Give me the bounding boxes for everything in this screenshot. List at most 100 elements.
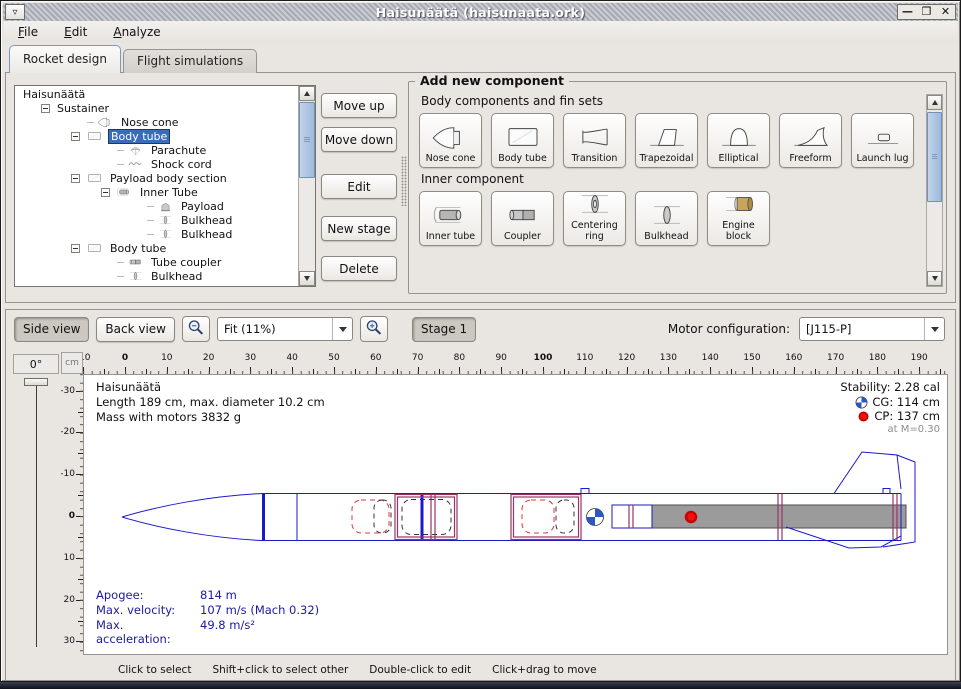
component-scroll-thumb[interactable] (927, 112, 942, 202)
scroll-up-icon[interactable] (299, 86, 315, 101)
add-trapezoidal-button[interactable]: Trapezoidal (635, 113, 698, 168)
menu-file[interactable]: File (18, 25, 38, 39)
add-freeform-button[interactable]: Freeform (779, 113, 842, 168)
splitter-handle[interactable] (401, 156, 407, 206)
component-button-label: Launch lug (856, 154, 908, 164)
add-centering-ring-button[interactable]: Centering ring (563, 191, 626, 246)
component-button-label: Body tube (498, 154, 547, 164)
scroll-down-icon[interactable] (299, 271, 315, 286)
tree-row-payload-body-section[interactable]: Payload body section (15, 171, 298, 185)
rocket-info: Haisunäätä Length 189 cm, max. diameter … (96, 380, 325, 425)
stage-1-toggle[interactable]: Stage 1 (412, 317, 476, 342)
tab-rocket-design[interactable]: Rocket design (9, 45, 121, 73)
tree-item-label[interactable]: Payload body section (108, 172, 229, 185)
tree-row-sustainer[interactable]: Sustainer (15, 101, 298, 115)
tree-item-label[interactable]: Haisunäätä (21, 88, 87, 101)
innertube-icon (115, 186, 134, 198)
add-engine-block-button[interactable]: Engine block (707, 191, 770, 246)
ruler-unit-label: cm (61, 352, 83, 374)
tree-item-label[interactable]: Bulkhead (179, 228, 234, 241)
tree-row-bulkhead[interactable]: Bulkhead (15, 213, 298, 227)
maximize-button[interactable]: ❐ (917, 5, 936, 19)
add-coupler-button[interactable]: Coupler (491, 191, 554, 246)
zoom-fit-select[interactable]: Fit (11%) (217, 317, 353, 341)
titlebar[interactable]: ▿ Haisunäätä (haisunaata.ork) — ❐ ✕ (3, 3, 958, 21)
add-inner-tube-button[interactable]: Inner tube (419, 191, 482, 246)
component-tree[interactable]: HaisunäätäSustainerNose coneBody tubePar… (14, 85, 316, 287)
rotation-slider[interactable] (13, 378, 59, 651)
window-menu-button[interactable]: ▿ (5, 4, 25, 20)
move-up-button[interactable]: Move up (321, 93, 397, 118)
tree-row-shock-cord[interactable]: Shock cord (15, 157, 298, 171)
add-transition-button[interactable]: Transition (563, 113, 626, 168)
tab-row: Rocket designFlight simulations (9, 45, 257, 73)
cp-marker (686, 512, 696, 522)
payload-icon (156, 200, 175, 212)
delete-button[interactable]: Delete (321, 256, 397, 281)
tree-item-label[interactable]: Body tube (108, 242, 168, 255)
collapse-icon[interactable] (101, 188, 110, 197)
collapse-icon[interactable] (71, 244, 80, 253)
tree-list[interactable]: HaisunäätäSustainerNose coneBody tubePar… (15, 86, 298, 286)
zoom-out-button[interactable] (182, 316, 210, 342)
tab-flight-simulations[interactable]: Flight simulations (123, 49, 257, 73)
collapse-icon[interactable] (71, 132, 80, 141)
component-scrollbar[interactable] (926, 94, 943, 287)
component-button-label: Freeform (789, 154, 831, 164)
tree-row-tube-coupler[interactable]: Tube coupler (15, 255, 298, 269)
tree-row-bulkhead[interactable]: Bulkhead (15, 227, 298, 241)
tree-item-label[interactable]: Payload (179, 200, 226, 213)
tree-scroll-thumb[interactable] (299, 102, 315, 178)
zoom-in-icon (364, 318, 384, 341)
add-body-tube-button[interactable]: Body tube (491, 113, 554, 168)
scroll-down-icon[interactable] (927, 271, 942, 286)
component-button-label: Engine block (709, 221, 768, 242)
tree-item-label[interactable]: Parachute (149, 144, 208, 157)
component-button-label: Trapezoidal (640, 154, 694, 164)
tree-item-label[interactable]: Bulkhead (149, 270, 204, 283)
tree-row-body-tube[interactable]: Body tube (15, 129, 298, 143)
minimize-button[interactable]: — (898, 5, 917, 19)
tree-item-label[interactable]: Shock cord (149, 158, 214, 171)
tree-row-inner-tube[interactable]: Inner Tube (15, 185, 298, 199)
scroll-up-icon[interactable] (927, 95, 942, 110)
tree-row-nose-cone[interactable]: Nose cone (15, 115, 298, 129)
tree-connector (117, 276, 124, 277)
tree-connector (147, 234, 154, 235)
add-launch-lug-button[interactable]: Launch lug (851, 113, 914, 168)
tree-row-bulkhead[interactable]: Bulkhead (15, 269, 298, 283)
menu-analyze[interactable]: Analyze (113, 25, 160, 39)
back-view-button[interactable]: Back view (96, 317, 175, 342)
tree-item-label[interactable]: Inner Tube (138, 186, 200, 199)
add-elliptical-button[interactable]: Elliptical (707, 113, 770, 168)
add-bulkhead-button[interactable]: Bulkhead (635, 191, 698, 246)
new-stage-button[interactable]: New stage (321, 216, 397, 241)
rotation-slider-handle[interactable] (24, 378, 48, 386)
move-down-button[interactable]: Move down (321, 127, 397, 152)
close-button[interactable]: ✕ (936, 5, 955, 19)
zoom-in-button[interactable] (360, 316, 388, 342)
rocket-canvas[interactable]: Haisunäätä Length 189 cm, max. diameter … (83, 374, 948, 655)
flight-value: 107 m/s (Mach 0.32) (200, 603, 319, 617)
tree-item-label[interactable]: Body tube (108, 129, 170, 144)
tree-item-label[interactable]: Tube coupler (149, 256, 223, 269)
tree-scrollbar[interactable] (298, 86, 315, 286)
tree-item-label[interactable]: Sustainer (55, 102, 111, 115)
collapse-icon[interactable] (41, 104, 50, 113)
tree-item-label[interactable]: Nose cone (119, 116, 180, 129)
tree-item-label[interactable]: Bulkhead (179, 214, 234, 227)
component-scroll-track[interactable] (927, 110, 942, 271)
motor-config-select[interactable]: [J115-P] (799, 317, 945, 341)
collapse-icon[interactable] (71, 174, 80, 183)
component-button-label: Coupler (504, 232, 541, 242)
menu-edit[interactable]: Edit (64, 25, 87, 39)
component-button-label: Centering ring (565, 221, 624, 242)
edit-button[interactable]: Edit (321, 174, 397, 199)
tree-row-parachute[interactable]: Parachute (15, 143, 298, 157)
add-nose-cone-button[interactable]: Nose cone (419, 113, 482, 168)
tree-row-payload[interactable]: Payload (15, 199, 298, 213)
tree-row-haisun-t-[interactable]: Haisunäätä (15, 87, 298, 101)
tree-row-body-tube[interactable]: Body tube (15, 241, 298, 255)
side-view-button[interactable]: Side view (14, 317, 89, 342)
tree-scroll-track[interactable] (299, 101, 315, 271)
